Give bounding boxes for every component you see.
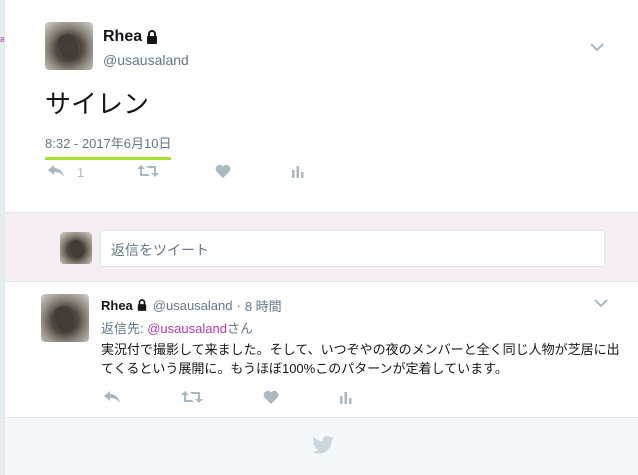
display-name-row[interactable]: Rhea (103, 28, 158, 46)
tweet-timestamp[interactable]: 8:32 - 2017年6月10日 (45, 133, 172, 160)
reply-input[interactable]: 返信をツイート (100, 230, 605, 267)
analytics-icon (291, 164, 305, 181)
reply-icon (47, 164, 65, 181)
heart-icon (263, 390, 279, 407)
replying-to-suffix: さん (226, 321, 253, 336)
avatar[interactable] (45, 22, 93, 70)
tweet-card: Rhea @usausaland サイレン 8:32 - 2017年6月10日 (4, 0, 638, 475)
replying-to-prefix: 返信先: (101, 321, 148, 336)
reply-button[interactable]: 1 (47, 164, 137, 181)
analytics-button[interactable] (339, 390, 353, 407)
reply-button[interactable] (103, 390, 181, 407)
reply-composer: 返信をツイート (5, 212, 638, 282)
reply-count: 1 (77, 165, 85, 180)
like-button[interactable] (215, 164, 291, 181)
retweet-button[interactable] (181, 390, 263, 407)
retweet-icon (137, 164, 159, 181)
relative-time[interactable]: 8 時間 (245, 296, 282, 315)
reply-tweet[interactable]: Rhea @usausaland · 8 時間 返信先: @usausaland… (5, 282, 638, 418)
own-avatar (60, 232, 92, 264)
reply-header: Rhea @usausaland · 8 時間 (101, 296, 282, 315)
chevron-down-icon[interactable] (593, 298, 609, 308)
avatar[interactable] (41, 294, 89, 342)
analytics-icon (339, 390, 353, 407)
chevron-down-icon[interactable] (589, 42, 605, 52)
tweet-actions: 1 (47, 164, 305, 181)
lock-icon (137, 298, 149, 313)
reply-icon (103, 390, 121, 407)
user-handle[interactable]: @usausaland (103, 52, 189, 68)
tweet-text: サイレン (45, 89, 150, 119)
main-tweet: Rhea @usausaland サイレン 8:32 - 2017年6月10日 (5, 0, 638, 212)
tweet-detail-view: a Rhea @usausaland サイレン 8:32 - 2017年6月10… (0, 0, 638, 475)
replying-to-handle[interactable]: @usausaland (147, 321, 227, 336)
heart-icon (215, 164, 231, 181)
user-handle[interactable]: @usausaland (153, 298, 233, 313)
timeline-footer (5, 418, 638, 475)
like-button[interactable] (263, 390, 339, 407)
retweet-button[interactable] (137, 164, 215, 181)
twitter-bird-icon (312, 436, 334, 459)
lock-icon (146, 30, 158, 44)
separator: · (236, 298, 241, 313)
reply-text: 実況付で撮影して来ました。そして、いつぞやの夜のメンバーと全く同じ人物が芝居に出… (101, 342, 620, 376)
display-name[interactable]: Rhea (101, 298, 133, 313)
retweet-icon (181, 390, 203, 407)
tweet-actions (103, 390, 353, 407)
replying-to: 返信先: @usausalandさん (101, 318, 253, 337)
display-name[interactable]: Rhea (103, 28, 142, 46)
analytics-button[interactable] (291, 164, 305, 181)
